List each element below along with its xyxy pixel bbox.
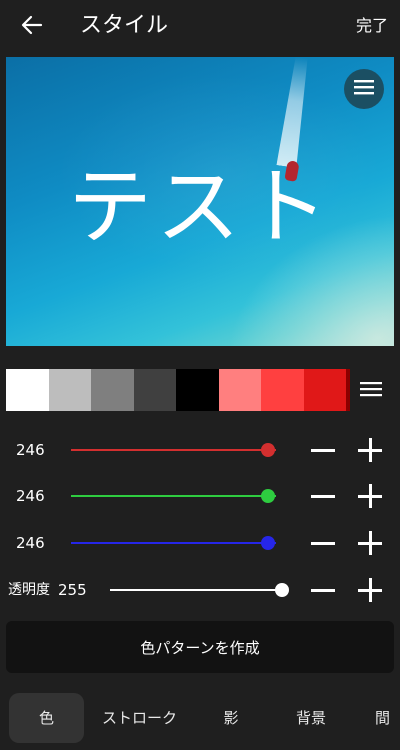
blue-increment-button[interactable] <box>358 531 382 555</box>
red-value: 246 <box>16 441 45 459</box>
opacity-value: 255 <box>58 581 87 599</box>
opacity-increment-button[interactable] <box>358 578 382 602</box>
tab-stroke[interactable]: ストローク <box>92 693 187 743</box>
tab-spacing[interactable]: 間 <box>355 693 400 743</box>
red-decrement-button[interactable] <box>311 438 335 462</box>
opacity-slider-row: 透明度 255 <box>0 570 400 610</box>
swatch-dark-gray[interactable] <box>133 369 176 411</box>
hamburger-menu-icon <box>360 381 382 401</box>
arrow-left-icon <box>21 14 43 40</box>
back-button[interactable] <box>12 8 52 46</box>
swatch-red[interactable] <box>261 369 304 411</box>
blue-slider-track[interactable] <box>71 542 276 544</box>
swatch-gray[interactable] <box>91 369 134 411</box>
swatch-light-gray[interactable] <box>48 369 91 411</box>
top-bar: スタイル 完了 <box>0 0 400 54</box>
opacity-label: 透明度 <box>8 582 50 598</box>
color-swatches <box>6 369 350 411</box>
preview-text: テスト <box>67 158 332 256</box>
green-slider-track[interactable] <box>71 495 276 497</box>
green-slider-row: 246 <box>0 476 400 516</box>
red-slider-track[interactable] <box>71 449 276 451</box>
create-color-pattern-button[interactable]: 色パターンを作成 <box>6 621 394 673</box>
blue-decrement-button[interactable] <box>311 531 335 555</box>
green-value: 246 <box>16 487 45 505</box>
opacity-slider-track[interactable] <box>110 589 282 591</box>
blue-slider-thumb[interactable] <box>260 536 275 550</box>
red-increment-button[interactable] <box>358 438 382 462</box>
tab-color[interactable]: 色 <box>9 693 84 743</box>
green-increment-button[interactable] <box>358 484 382 508</box>
tab-shadow[interactable]: 影 <box>195 693 267 743</box>
preview-menu-button[interactable] <box>344 69 384 109</box>
red-slider-row: 246 <box>0 430 400 470</box>
swatch-dark-red[interactable] <box>303 369 350 411</box>
blue-slider-row: 246 <box>0 523 400 563</box>
hamburger-menu-icon <box>354 79 374 99</box>
page-title: スタイル <box>80 13 169 38</box>
swatch-black[interactable] <box>176 369 219 411</box>
text-preview-image: テスト <box>6 57 394 346</box>
opacity-decrement-button[interactable] <box>311 578 335 602</box>
tab-background[interactable]: 背景 <box>273 693 349 743</box>
swatch-light-red[interactable] <box>218 369 261 411</box>
boat-wake <box>267 57 322 169</box>
done-button[interactable]: 完了 <box>356 14 388 38</box>
blue-value: 246 <box>16 534 45 552</box>
green-slider-thumb[interactable] <box>260 489 275 503</box>
swatch-white[interactable] <box>6 369 49 411</box>
palette-menu-button[interactable] <box>352 372 390 410</box>
style-tab-bar: 色 ストローク 影 背景 間 <box>0 685 400 750</box>
green-decrement-button[interactable] <box>311 484 335 508</box>
red-slider-thumb[interactable] <box>260 443 275 457</box>
opacity-slider-thumb[interactable] <box>275 583 289 597</box>
